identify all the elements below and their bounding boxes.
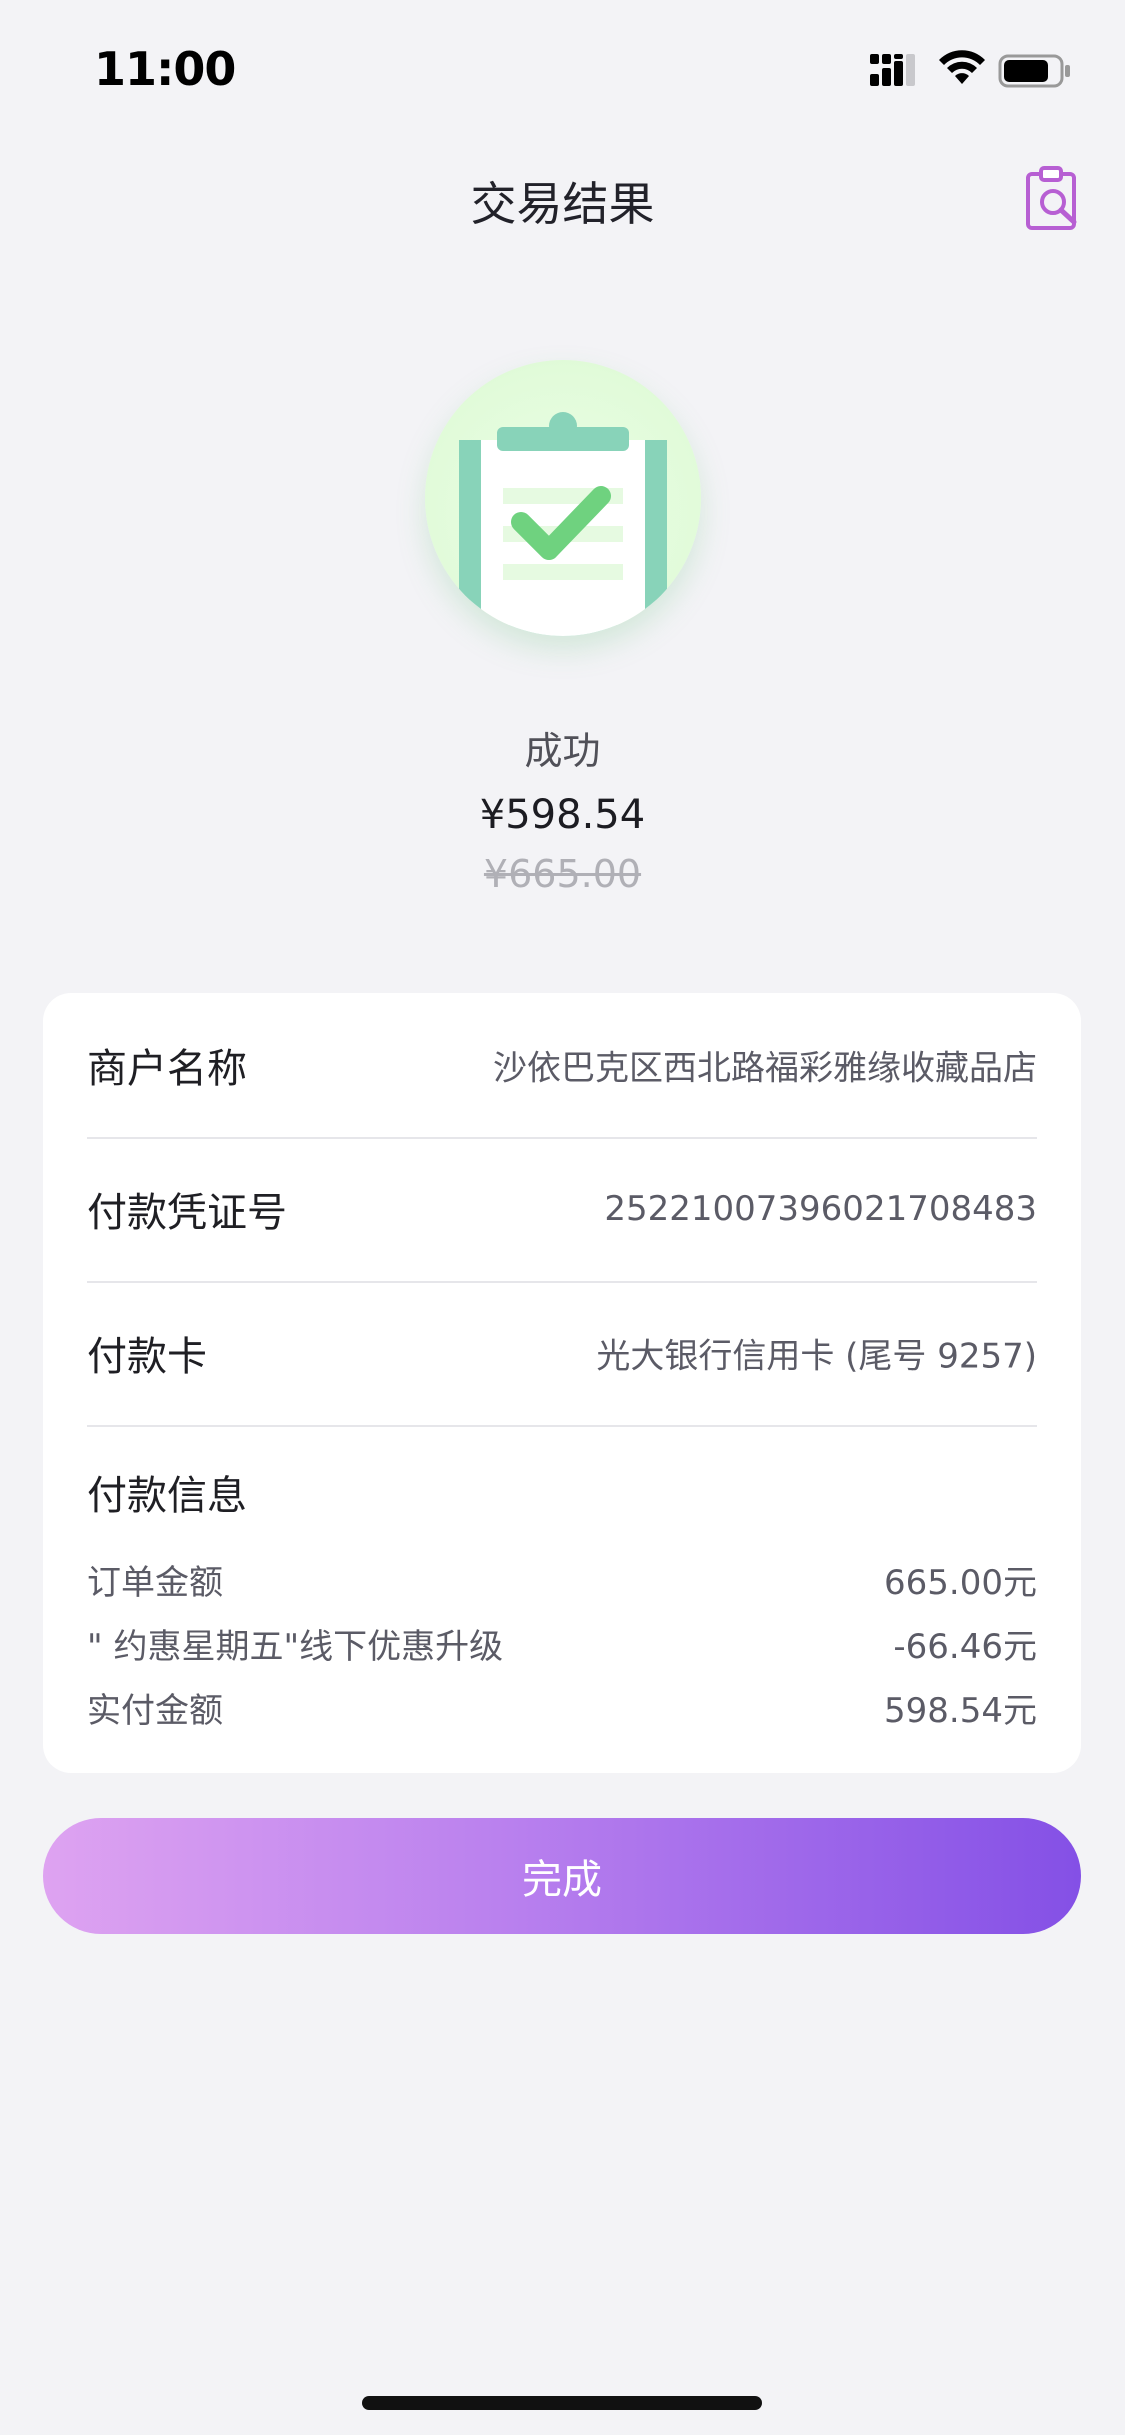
done-button-label: 完成: [522, 1857, 602, 1903]
voucher-value: 25221007396021708483: [604, 1189, 1037, 1229]
payment-line-actual-paid: 实付金额 598.54元: [87, 1683, 1037, 1733]
payment-line-value: 665.00元: [884, 1563, 1037, 1603]
paid-amount: ¥598.54: [479, 792, 646, 838]
payment-line-order-amount: 订单金额 665.00元: [87, 1555, 1037, 1605]
voucher-row: 付款凭证号 25221007396021708483: [87, 1137, 1037, 1283]
voucher-label: 付款凭证号: [87, 1190, 287, 1236]
page-title: 交易结果: [470, 177, 655, 231]
wifi-icon: [939, 50, 985, 84]
status-bar: 11:00: [0, 0, 1125, 140]
home-indicator[interactable]: [362, 2396, 762, 2410]
card-value: 光大银行信用卡 (尾号 9257): [596, 1336, 1037, 1377]
original-amount: ¥665.00: [483, 852, 642, 896]
card-label: 付款卡: [87, 1334, 207, 1380]
payment-line-value: 598.54元: [884, 1691, 1037, 1731]
transaction-detail-card: 商户名称 沙依巴克区西北路福彩雅缘收藏品店 付款凭证号 252210073960…: [43, 993, 1081, 1773]
merchant-value: 沙依巴克区西北路福彩雅缘收藏品店: [493, 1048, 1037, 1089]
status-time: 11:00: [94, 42, 236, 96]
merchant-row: 商户名称 沙依巴克区西北路福彩雅缘收藏品店: [87, 993, 1037, 1139]
clipboard-check-icon: [459, 412, 667, 636]
success-illustration: [425, 360, 701, 636]
payment-line-label: " 约惠星期五"线下优惠升级: [87, 1627, 504, 1667]
merchant-label: 商户名称: [87, 1046, 247, 1092]
battery-icon: [998, 54, 1070, 88]
card-row: 付款卡 光大银行信用卡 (尾号 9257): [87, 1281, 1037, 1427]
payment-line-label: 订单金额: [87, 1563, 223, 1603]
payment-line-discount: " 约惠星期五"线下优惠升级 -66.46元: [87, 1619, 1037, 1669]
receipt-search-icon[interactable]: [1024, 164, 1086, 234]
payment-info-title: 付款信息: [87, 1473, 247, 1519]
cellular-signal-icon: [870, 54, 915, 86]
payment-line-value: -66.46元: [893, 1627, 1037, 1667]
payment-line-label: 实付金额: [87, 1691, 223, 1731]
done-button[interactable]: 完成: [43, 1818, 1081, 1934]
transaction-status: 成功: [524, 729, 601, 773]
